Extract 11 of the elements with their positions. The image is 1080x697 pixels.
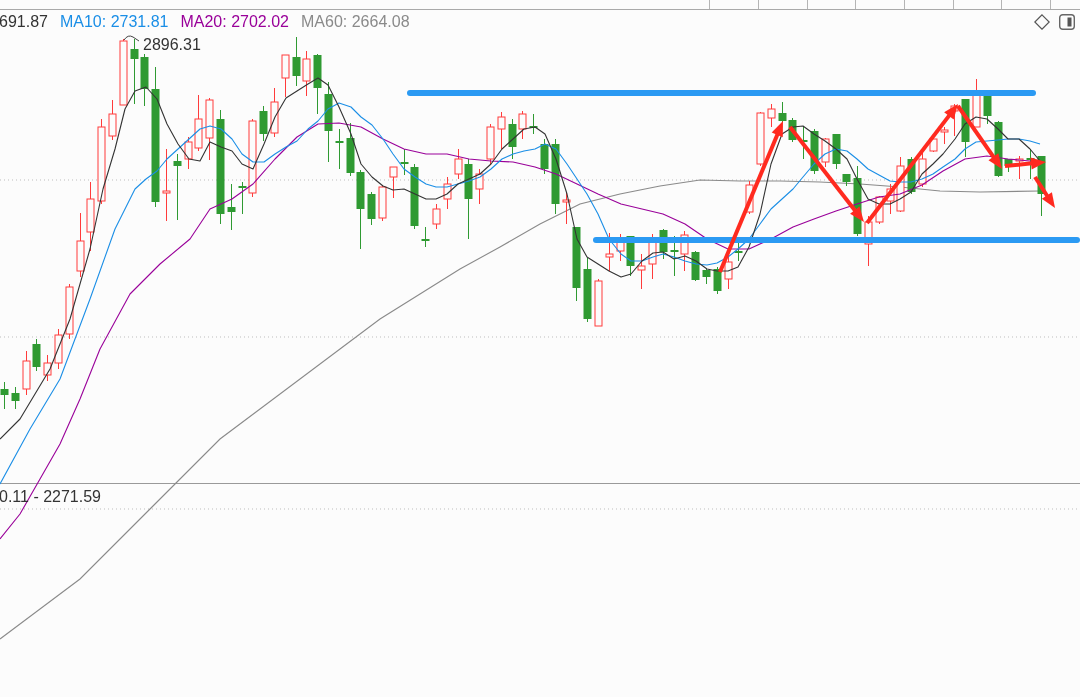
- arrow: [1033, 175, 1055, 208]
- legend-text: MA20: 2702.02: [180, 13, 289, 30]
- diamond-icon[interactable]: [1034, 13, 1050, 30]
- price-label: 2896.31: [143, 36, 201, 53]
- legend-text: 691.87: [0, 13, 48, 30]
- arrow: [1004, 157, 1046, 170]
- range-label: 0.11 - 2271.59: [0, 488, 101, 505]
- legend-text: MA10: 2731.81: [59, 13, 169, 30]
- leader-line: [123, 35, 140, 42]
- legend-text: MA60: 2664.08: [301, 13, 410, 30]
- panel-toggle-icon[interactable]: [1059, 13, 1075, 30]
